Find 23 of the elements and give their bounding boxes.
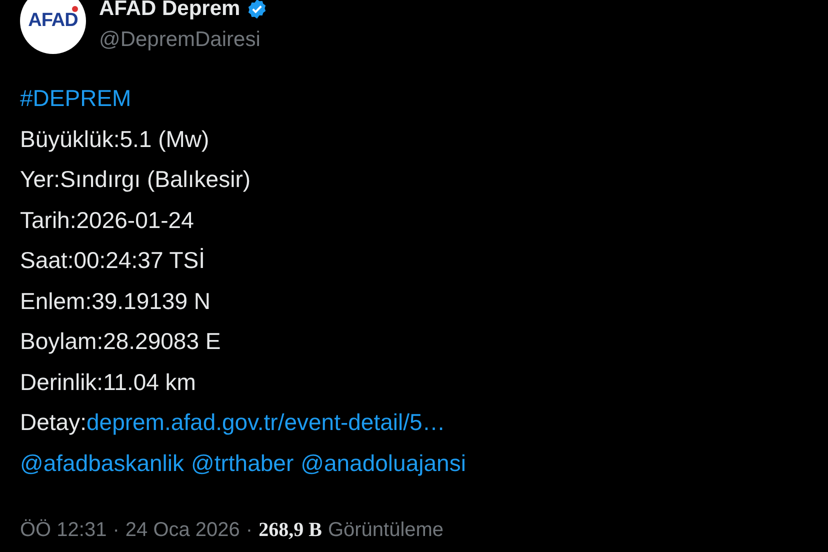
post-text: Yer:Sındırgı (Balıkesir) xyxy=(20,165,251,194)
post-link[interactable]: @anadoluajansi xyxy=(300,442,466,483)
avatar[interactable]: AFAD xyxy=(20,0,86,54)
post-text: Büyüklük:5.1 (Mw) xyxy=(20,124,210,154)
post-link[interactable]: #DEPREM xyxy=(20,78,132,118)
separator-dot: · xyxy=(112,519,120,542)
post-date: 24 Oca 2026 xyxy=(125,519,240,542)
post-text: Detay: xyxy=(20,408,86,437)
post-text: Saat:00:24:37 TSİ xyxy=(20,246,205,275)
view-count: 268,9 B xyxy=(258,519,322,542)
post-text: Enlem:39.19139 N xyxy=(20,286,211,316)
post-time: ÖÖ 12:31 xyxy=(20,519,107,542)
post-text: Derinlik:11.04 km xyxy=(20,368,196,396)
post-link[interactable]: deprem.afad.gov.tr/event-detail/5… xyxy=(86,402,446,442)
separator-dot: · xyxy=(246,519,253,542)
post-text: Boylam:28.29083 E xyxy=(20,327,221,356)
avatar-logo-text: AFAD xyxy=(28,10,78,32)
author-handle[interactable]: @DepremDairesi xyxy=(99,28,268,52)
author-name[interactable]: AFAD Deprem xyxy=(99,0,240,21)
post-link[interactable]: @trthaber xyxy=(191,442,294,483)
views-label: Görüntüleme xyxy=(328,519,444,542)
post-text: Tarih:2026-01-24 xyxy=(20,206,194,234)
post-link[interactable]: @afadbaskanlik xyxy=(20,442,184,483)
